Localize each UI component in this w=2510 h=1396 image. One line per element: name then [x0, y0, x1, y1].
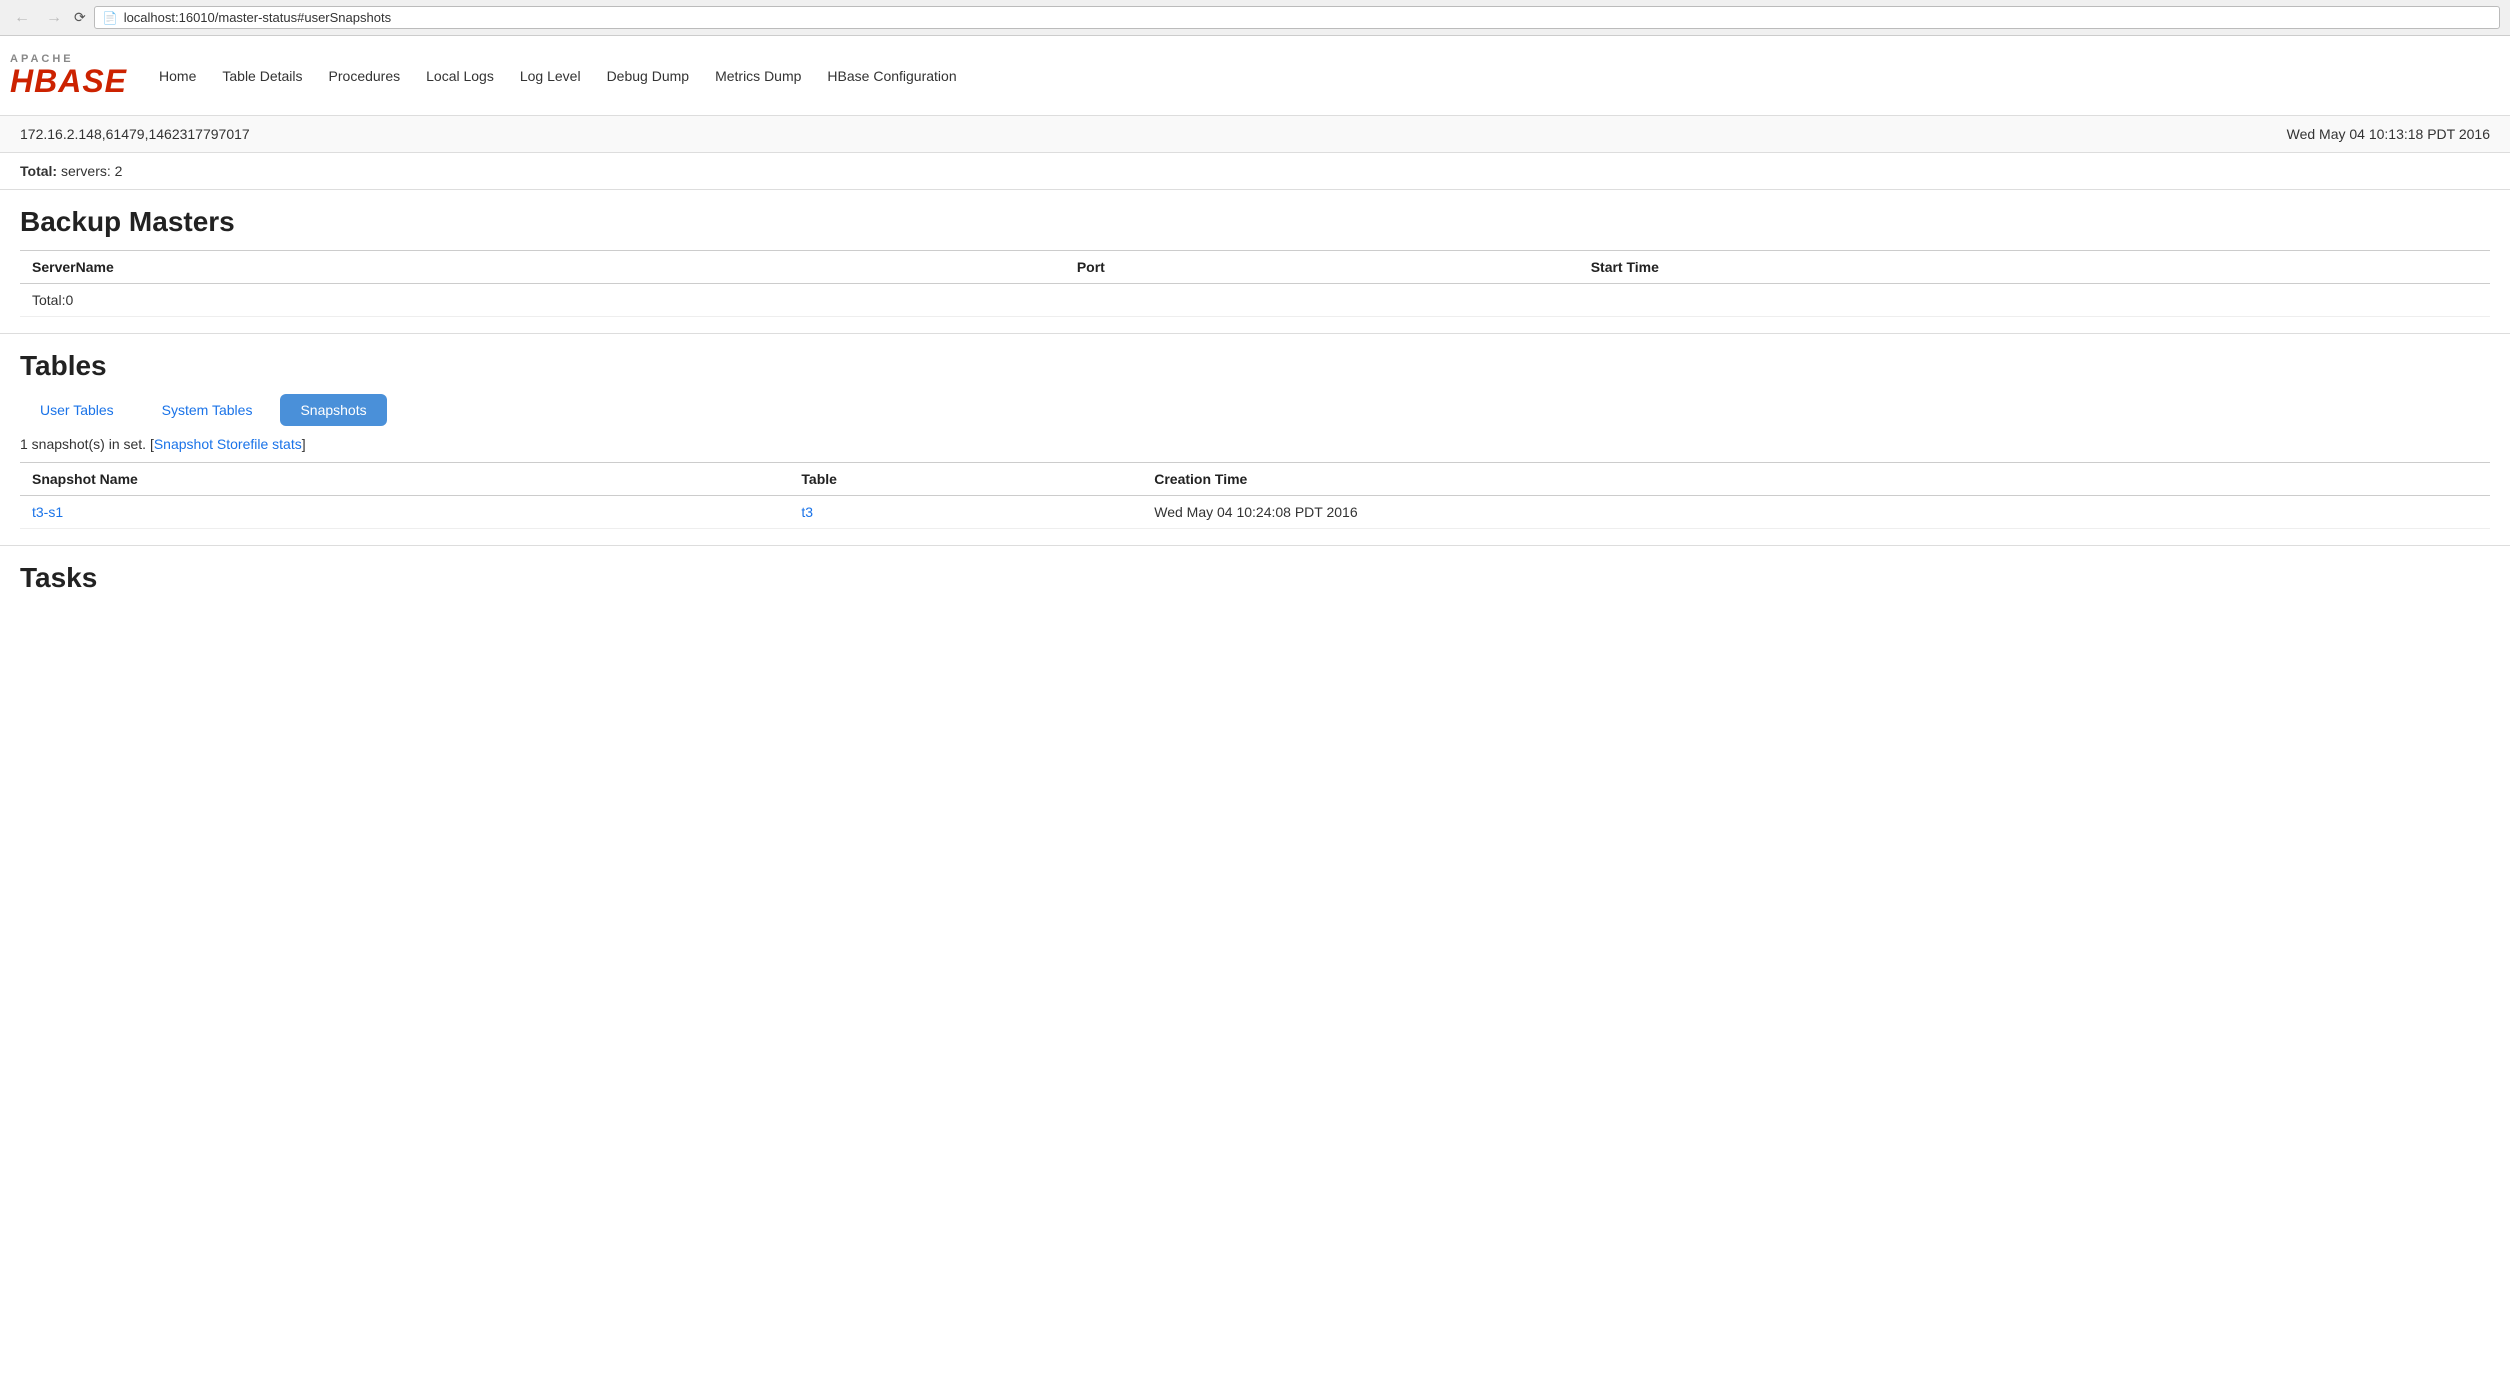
backup-masters-header-row: ServerName Port Start Time: [20, 251, 2490, 284]
table-link[interactable]: t3: [801, 504, 813, 520]
server-info: 172.16.2.148,61479,1462317797017: [20, 126, 250, 142]
col-server-name: ServerName: [20, 251, 1065, 284]
col-start-time: Start Time: [1579, 251, 2490, 284]
snapshot-storefile-link[interactable]: Snapshot Storefile stats: [154, 436, 302, 452]
creation-time-cell: Wed May 04 10:24:08 PDT 2016: [1142, 496, 2490, 529]
logo-hbase: HBASE: [10, 65, 127, 97]
tasks-title: Tasks: [20, 562, 2490, 594]
nav-local-logs[interactable]: Local Logs: [414, 62, 506, 90]
page-icon: 📄: [103, 11, 118, 25]
nav-procedures[interactable]: Procedures: [317, 62, 413, 90]
total-line: Total: servers: 2: [0, 153, 2510, 189]
tasks-section: Tasks: [0, 546, 2510, 622]
total-label: Total:: [20, 163, 57, 179]
snapshots-table: Snapshot Name Table Creation Time t3-s1 …: [20, 462, 2490, 529]
nav-metrics-dump[interactable]: Metrics Dump: [703, 62, 813, 90]
address-bar[interactable]: 📄 localhost:16010/master-status#userSnap…: [94, 6, 2500, 29]
tab-snapshots[interactable]: Snapshots: [280, 394, 386, 426]
page-content: 172.16.2.148,61479,1462317797017 Wed May…: [0, 116, 2510, 622]
col-table: Table: [789, 463, 1142, 496]
backup-masters-total: Total:0: [20, 284, 1065, 317]
col-creation-time: Creation Time: [1142, 463, 2490, 496]
main-nav: Home Table Details Procedures Local Logs…: [147, 62, 2500, 90]
snapshot-name-link[interactable]: t3-s1: [32, 504, 63, 520]
tab-system-tables[interactable]: System Tables: [142, 394, 273, 426]
backup-masters-section: Backup Masters ServerName Port Start Tim…: [0, 190, 2510, 333]
refresh-button[interactable]: ⟳: [74, 9, 86, 26]
browser-chrome: ← → ⟳ 📄 localhost:16010/master-status#us…: [0, 0, 2510, 36]
tab-buttons: User Tables System Tables Snapshots: [20, 394, 2490, 426]
snapshot-name-cell[interactable]: t3-s1: [20, 496, 789, 529]
tab-user-tables[interactable]: User Tables: [20, 394, 134, 426]
logo-area: APACHE HBASE: [10, 54, 127, 97]
backup-masters-table: ServerName Port Start Time Total:0: [20, 250, 2490, 317]
forward-button[interactable]: →: [42, 7, 66, 29]
nav-log-level[interactable]: Log Level: [508, 62, 593, 90]
backup-masters-title: Backup Masters: [20, 206, 2490, 238]
backup-masters-total-row: Total:0: [20, 284, 2490, 317]
table-cell[interactable]: t3: [789, 496, 1142, 529]
total-value: servers: 2: [61, 163, 122, 179]
snapshot-count-suffix: ]: [302, 436, 306, 452]
url-text: localhost:16010/master-status#userSnapsh…: [124, 10, 391, 25]
snapshot-count: 1 snapshot(s) in set. [Snapshot Storefil…: [20, 436, 2490, 452]
nav-home[interactable]: Home: [147, 62, 208, 90]
nav-debug-dump[interactable]: Debug Dump: [595, 62, 702, 90]
table-row: t3-s1 t3 Wed May 04 10:24:08 PDT 2016: [20, 496, 2490, 529]
tables-title: Tables: [20, 350, 2490, 382]
tables-section: Tables User Tables System Tables Snapsho…: [0, 334, 2510, 545]
snapshot-count-text: 1 snapshot(s) in set. [: [20, 436, 154, 452]
back-button[interactable]: ←: [10, 7, 34, 29]
time-info: Wed May 04 10:13:18 PDT 2016: [2287, 126, 2490, 142]
snapshots-header-row: Snapshot Name Table Creation Time: [20, 463, 2490, 496]
col-port: Port: [1065, 251, 1579, 284]
info-bar: 172.16.2.148,61479,1462317797017 Wed May…: [0, 116, 2510, 153]
top-nav: APACHE HBASE Home Table Details Procedur…: [0, 36, 2510, 116]
nav-hbase-configuration[interactable]: HBase Configuration: [815, 62, 968, 90]
nav-table-details[interactable]: Table Details: [210, 62, 314, 90]
logo: APACHE HBASE: [10, 54, 127, 97]
col-snapshot-name: Snapshot Name: [20, 463, 789, 496]
